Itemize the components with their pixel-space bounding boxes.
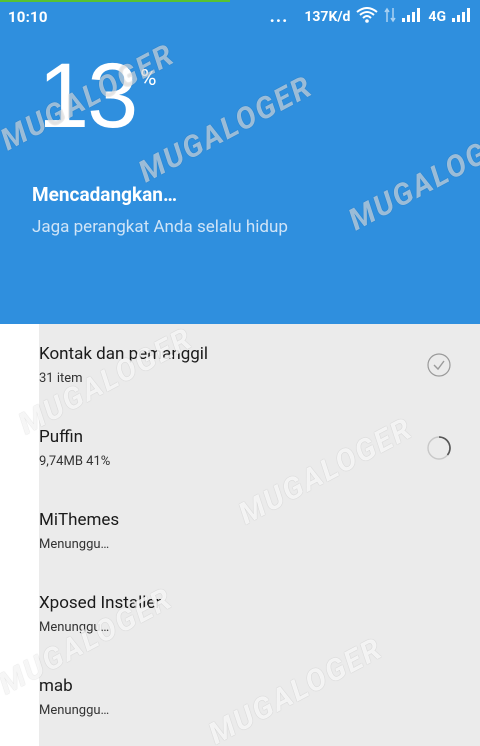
- backup-items-list: Kontak dan pemanggil 31 item Puffin 9,74…: [0, 321, 480, 746]
- backup-header: 10:10 ... 137K/d 4G 13 % Mencadangkan… J…: [0, 0, 480, 324]
- signal-icon-2: [452, 8, 472, 26]
- network-type: 4G: [428, 9, 446, 25]
- status-bar: 10:10 ... 137K/d 4G: [0, 0, 480, 34]
- watermark: MUGALOGER: [343, 117, 480, 238]
- signal-icon: [402, 8, 422, 26]
- item-meta: Menunggu…: [39, 537, 110, 552]
- watermark: MUGALOGER: [133, 69, 319, 190]
- status-icons: ... 137K/d 4G: [269, 6, 472, 27]
- list-item[interactable]: Puffin 9,74MB 41%: [39, 407, 480, 490]
- backup-screen: 10:10 ... 137K/d 4G 13 % Mencadangkan… J…: [0, 0, 480, 746]
- wifi-icon: [356, 7, 379, 27]
- progress-ring-icon: [426, 435, 452, 461]
- more-notifications-icon: ...: [269, 6, 289, 27]
- item-meta: 9,74MB 41%: [39, 454, 111, 469]
- check-circle-icon: [426, 352, 452, 378]
- item-name: MiThemes: [39, 510, 120, 530]
- backup-subtitle: Jaga perangkat Anda selalu hidup: [32, 217, 288, 237]
- status-time: 10:10: [8, 8, 48, 26]
- data-arrows-icon: [384, 7, 397, 27]
- item-meta: Menunggu…: [39, 703, 110, 718]
- network-speed: 137K/d: [304, 9, 351, 25]
